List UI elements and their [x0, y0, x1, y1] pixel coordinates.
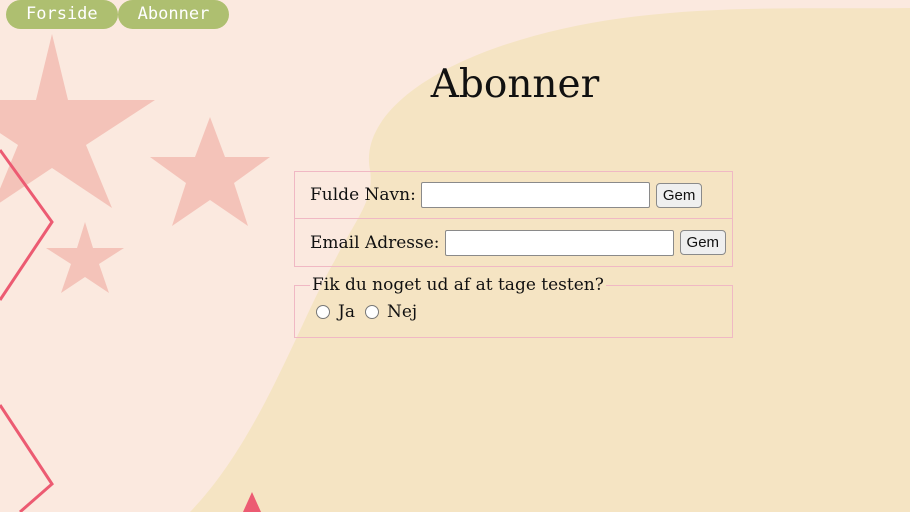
feedback-question: Fik du noget ud af at tage testen? — [312, 275, 604, 295]
save-name-button[interactable]: Gem — [655, 182, 703, 208]
name-label: Fulde Navn: — [310, 185, 416, 205]
radio-nej[interactable] — [364, 305, 379, 319]
name-row: Fulde Navn: Gem — [294, 171, 733, 219]
feedback-fieldset: Fik du noget ud af at tage testen? Ja Ne… — [294, 275, 733, 338]
zigzag-line-lower — [0, 404, 54, 512]
top-nav: Forside Abonner — [6, 0, 230, 29]
save-email-button[interactable]: Gem — [679, 230, 727, 255]
star-medium — [150, 117, 270, 226]
star-small — [46, 222, 124, 293]
radio-group: Ja Nej — [310, 297, 732, 327]
radio-nej-label: Nej — [386, 302, 418, 322]
subscribe-form: Fulde Navn: Gem Email Adresse: Gem Fik d… — [294, 171, 733, 338]
nav-abonner[interactable]: Abonner — [117, 0, 230, 29]
email-row: Email Adresse: Gem — [294, 219, 733, 267]
email-input[interactable] — [444, 229, 674, 256]
radio-ja[interactable] — [316, 305, 330, 319]
email-label: Email Adresse: — [310, 232, 440, 253]
full-name-input[interactable] — [420, 182, 650, 208]
nav-forside[interactable]: Forside — [6, 0, 118, 29]
radio-ja-label: Ja — [338, 302, 355, 322]
page-title: Abonner — [430, 62, 600, 107]
